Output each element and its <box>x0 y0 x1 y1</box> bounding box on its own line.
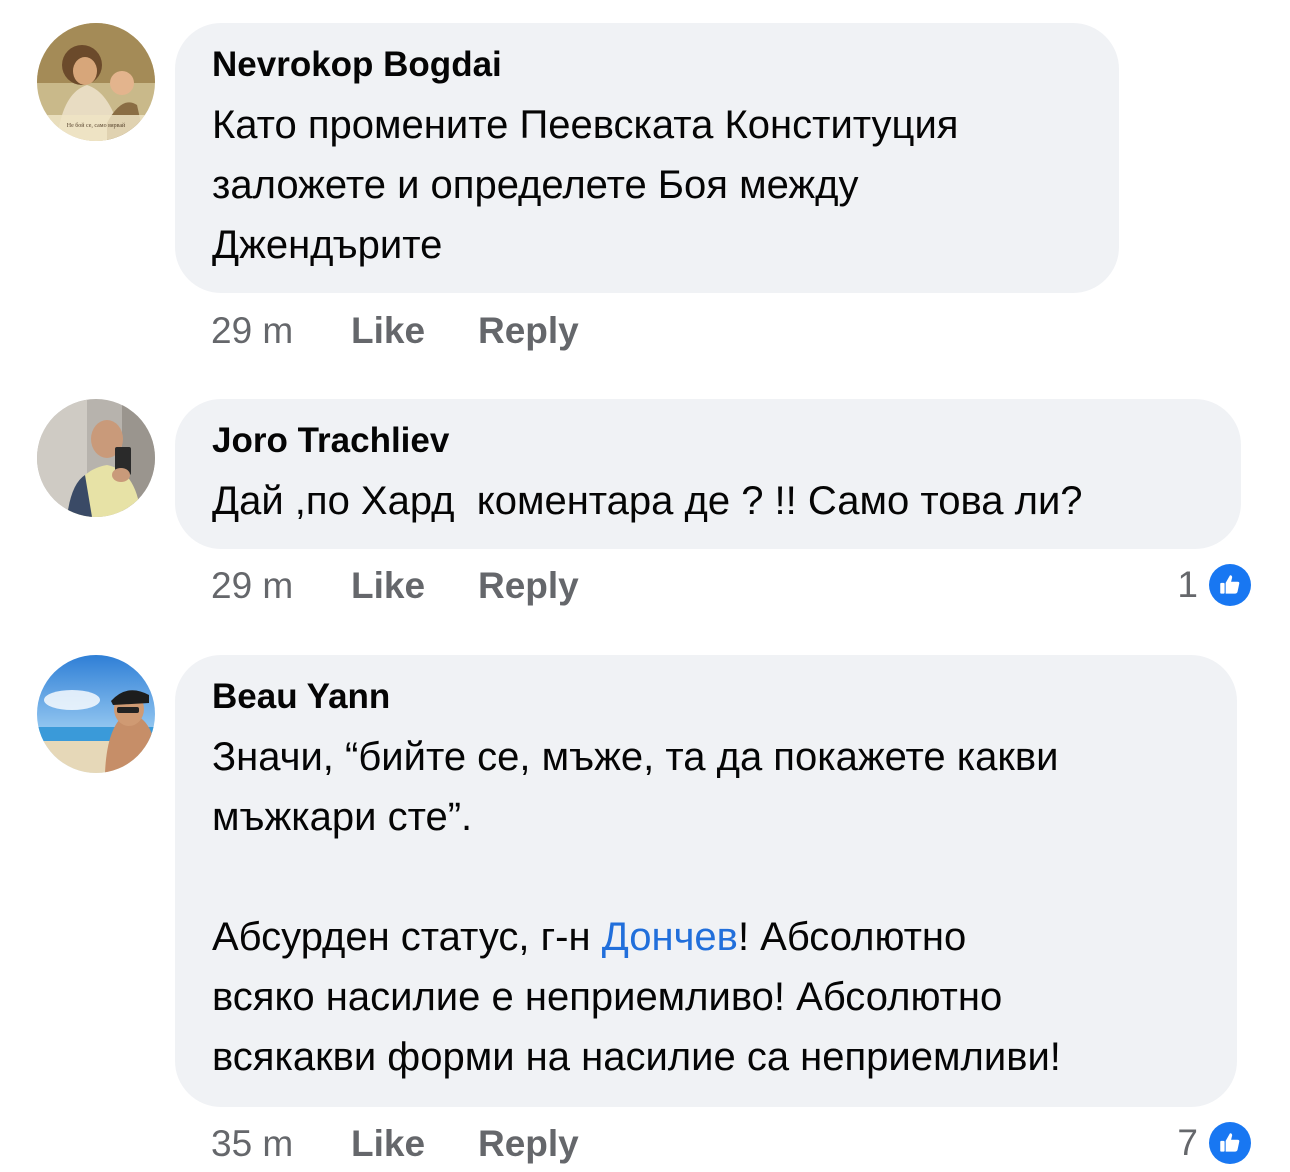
reaction-summary[interactable]: 7 <box>1177 1118 1254 1168</box>
mention-link[interactable]: Дончев <box>602 915 738 959</box>
like-button[interactable]: Like <box>351 1124 478 1164</box>
avatar-image: Не бой се, само вярвай <box>37 23 155 141</box>
reaction-count: 1 <box>1177 564 1198 605</box>
comment-text: Дай ,по Хард коментара де ? !! Само това… <box>212 471 1205 531</box>
thumbs-up-icon <box>1206 1119 1254 1167</box>
timestamp[interactable]: 29 m <box>211 566 351 606</box>
reply-button[interactable]: Reply <box>478 311 579 351</box>
comment-bubble[interactable]: Nevrokop Bogdai Като промените Пеевската… <box>175 23 1119 293</box>
avatar[interactable] <box>37 399 155 517</box>
text-segment: Абсурден статус, г-н <box>212 915 602 959</box>
like-button[interactable]: Like <box>351 311 478 351</box>
comment-bubble[interactable]: Joro Trachliev Дай ,по Хард коментара де… <box>175 399 1241 549</box>
author-name[interactable]: Beau Yann <box>212 677 1201 717</box>
comment-line: всякакви форми на насилие са неприемливи… <box>212 1035 1061 1079</box>
text-segment: ! Абсолютно <box>737 915 967 959</box>
like-button[interactable]: Like <box>351 566 478 606</box>
timestamp[interactable]: 29 m <box>211 311 351 351</box>
comment-actions: 35 m Like Reply <box>211 1124 579 1164</box>
reply-button[interactable]: Reply <box>478 566 579 606</box>
comment-line: Дай ,по Хард коментара де ? !! Само това… <box>212 479 1083 523</box>
reply-button[interactable]: Reply <box>478 1124 579 1164</box>
avatar[interactable]: Не бой се, само вярвай <box>37 23 155 141</box>
reaction-count: 7 <box>1177 1122 1198 1163</box>
author-name[interactable]: Nevrokop Bogdai <box>212 45 1083 85</box>
avatar[interactable] <box>37 655 155 773</box>
comment-line: мъжкари сте”. <box>212 795 473 839</box>
reaction-summary[interactable]: 1 <box>1177 560 1254 610</box>
comment-line: Значи, “бийте се, мъже, та да покажете к… <box>212 735 1059 779</box>
comment-line: Джендърите <box>212 223 443 267</box>
comment-bubble[interactable]: Beau Yann Значи, “бийте се, мъже, та да … <box>175 655 1237 1107</box>
comment-line: Като промените Пеевската Конституция <box>212 103 959 147</box>
comment-line: Абсурден статус, г-н Дончев! Абсолютно <box>212 907 1201 967</box>
avatar-caption: Не бой се, само вярвай <box>67 122 126 129</box>
timestamp[interactable]: 35 m <box>211 1124 351 1164</box>
comment-text: Значи, “бийте се, мъже, та да покажете к… <box>212 727 1201 1087</box>
author-name[interactable]: Joro Trachliev <box>212 421 1205 461</box>
comment-line: заложете и определете Боя между <box>212 163 859 207</box>
comment-line: всяко насилие е неприемливо! Абсолютно <box>212 975 1003 1019</box>
comment-actions: 29 m Like Reply <box>211 566 579 606</box>
avatar-image <box>37 655 155 773</box>
paragraph-break <box>212 847 1201 907</box>
comment-text: Като промените Пеевската Конституция зал… <box>212 95 1083 275</box>
thumbs-up-icon <box>1206 561 1254 609</box>
avatar-image <box>37 399 155 517</box>
comment-actions: 29 m Like Reply <box>211 311 579 351</box>
